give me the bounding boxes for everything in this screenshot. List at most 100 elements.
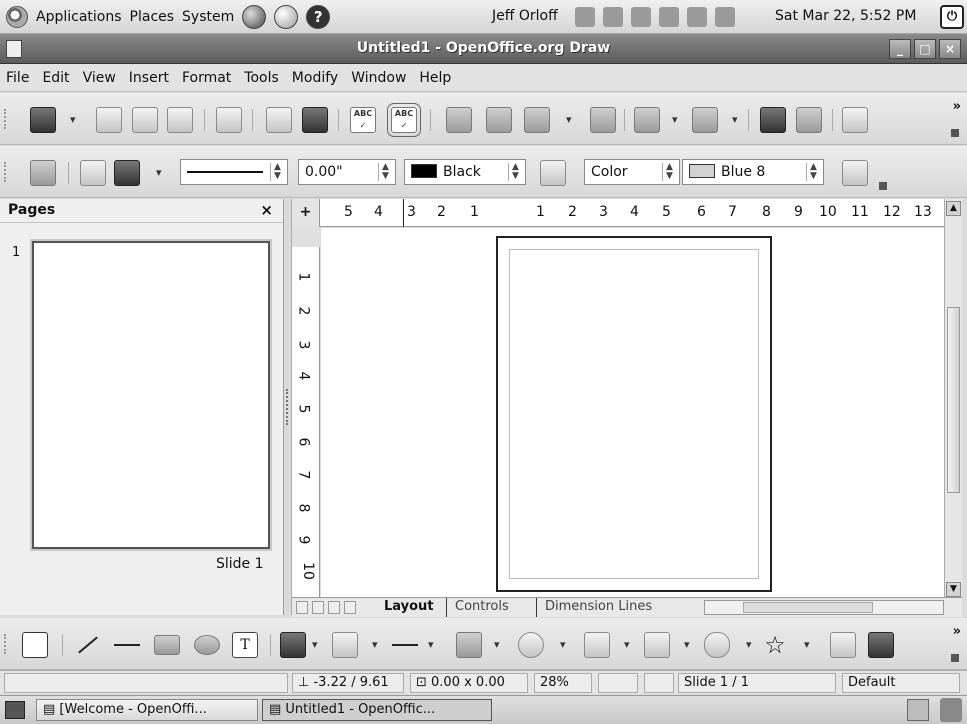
flowchart-icon[interactable] (644, 632, 670, 658)
settings-icon[interactable] (631, 7, 651, 27)
callouts-icon[interactable] (704, 632, 730, 658)
printer-icon[interactable] (659, 7, 679, 27)
basic-shapes-dropdown-icon[interactable]: ▾ (494, 638, 500, 651)
line-width-field[interactable]: 0.00" ▲ ▼ (298, 159, 396, 185)
basic-shapes-icon[interactable] (456, 632, 482, 658)
display-icon[interactable] (687, 7, 707, 27)
undo-dropdown-icon[interactable]: ▾ (672, 113, 678, 126)
line-tool-icon[interactable] (78, 636, 98, 654)
select-pointer-icon[interactable] (22, 632, 48, 658)
network-icon[interactable] (575, 7, 595, 27)
toolbar-grip[interactable] (4, 109, 7, 129)
menu-modify[interactable]: Modify (292, 70, 338, 86)
scroll-thumb[interactable] (947, 307, 960, 493)
tab-dimension-lines[interactable]: Dimension Lines (536, 598, 660, 617)
line-icon[interactable] (80, 160, 106, 186)
print-icon[interactable] (302, 107, 328, 133)
help-launcher-icon[interactable]: ? (306, 4, 331, 29)
power-icon[interactable]: ⏻ (940, 5, 964, 29)
menu-window[interactable]: Window (351, 70, 406, 86)
area-color-select[interactable]: Blue 8 ▲ ▼ (682, 159, 824, 185)
slide-thumbnail[interactable] (32, 241, 270, 549)
close-panel-icon[interactable]: × (260, 201, 273, 219)
autospellcheck-icon[interactable]: ABC ✓ (387, 103, 421, 137)
redo-dropdown-icon[interactable]: ▾ (732, 113, 738, 126)
ruler-corner[interactable]: + (292, 199, 320, 227)
menu-file[interactable]: File (6, 70, 29, 86)
minimize-button[interactable]: _ (889, 39, 911, 59)
arrow-style-dropdown-icon[interactable]: ▾ (156, 166, 162, 179)
tab-layout[interactable]: Layout (376, 598, 442, 617)
toolbar-grip[interactable] (4, 634, 7, 654)
open-icon[interactable] (96, 107, 122, 133)
symbol-shapes-icon[interactable] (518, 632, 544, 658)
menu-edit[interactable]: Edit (42, 70, 69, 86)
drawing-canvas[interactable] (321, 228, 944, 597)
ellipse-tool-icon[interactable] (194, 635, 220, 655)
shadow-icon[interactable] (842, 160, 868, 186)
scroll-up-icon[interactable]: ▲ (946, 201, 961, 216)
chart-icon[interactable] (760, 107, 786, 133)
connector-dropdown-icon[interactable]: ▾ (372, 638, 378, 651)
redo-icon[interactable] (692, 107, 718, 133)
taskbar-item-welcome[interactable]: ▤ [Welcome - OpenOffi... (36, 699, 258, 721)
symbol-shapes-dropdown-icon[interactable]: ▾ (560, 638, 566, 651)
clock[interactable]: Sat Mar 22, 5:52 PM (775, 8, 916, 24)
new-dropdown-icon[interactable]: ▾ (70, 113, 76, 126)
ubuntu-logo-icon[interactable] (6, 5, 28, 28)
system-menu[interactable]: System (182, 9, 234, 25)
horizontal-ruler[interactable]: + 5 4 3 2 1 1 2 3 4 5 6 7 8 9 10 11 12 1… (292, 199, 944, 227)
paste-icon[interactable] (524, 107, 550, 133)
block-arrows-dropdown-icon[interactable]: ▾ (624, 638, 630, 651)
curve-dropdown-icon[interactable]: ▾ (312, 638, 318, 651)
spellcheck-icon[interactable]: ABC ✓ (350, 107, 376, 133)
zoom-icon[interactable] (842, 107, 868, 133)
edit-file-icon[interactable] (216, 107, 242, 133)
volume-icon[interactable] (715, 7, 735, 27)
insert-mode[interactable] (598, 673, 638, 693)
save-icon[interactable] (132, 107, 158, 133)
applications-menu[interactable]: Applications (36, 9, 122, 25)
toolbar-grip[interactable] (4, 162, 7, 182)
undo-icon[interactable] (634, 107, 660, 133)
toolbar-options-icon[interactable] (951, 654, 959, 662)
line-style-select[interactable]: ▲ ▼ (180, 159, 288, 185)
copy-icon[interactable] (486, 107, 512, 133)
menu-insert[interactable]: Insert (129, 70, 169, 86)
more-tools-chevron-icon[interactable]: » (953, 624, 961, 639)
area-fill-icon[interactable] (540, 160, 566, 186)
first-tab-icon[interactable] (296, 601, 308, 614)
workspace-switcher-icon[interactable] (907, 699, 929, 721)
show-desktop-icon[interactable] (5, 701, 25, 719)
curve-tool-icon[interactable] (280, 632, 306, 658)
stars-icon[interactable]: ☆ (762, 632, 788, 658)
lines-arrows-icon[interactable] (392, 644, 418, 646)
panel-splitter[interactable] (284, 199, 292, 615)
search-icon[interactable] (603, 7, 623, 27)
tab-controls[interactable]: Controls (446, 598, 517, 617)
export-pdf-icon[interactable] (266, 107, 292, 133)
menu-format[interactable]: Format (182, 70, 231, 86)
close-button[interactable]: × (939, 39, 961, 59)
mail-launcher-icon[interactable] (274, 4, 299, 29)
block-arrows-icon[interactable] (584, 632, 610, 658)
arrow-style-icon[interactable] (114, 160, 140, 186)
last-tab-icon[interactable] (344, 601, 356, 614)
toolbar-options-icon[interactable] (879, 182, 887, 190)
window-titlebar[interactable]: Untitled1 - OpenOffice.org Draw _ □ × (0, 34, 967, 64)
navigator-icon[interactable] (796, 107, 822, 133)
prev-tab-icon[interactable] (312, 601, 324, 614)
menu-tools[interactable]: Tools (244, 70, 279, 86)
paste-dropdown-icon[interactable]: ▾ (566, 113, 572, 126)
ruler-indent-marker[interactable] (403, 199, 404, 227)
menu-help[interactable]: Help (419, 70, 451, 86)
scroll-down-icon[interactable]: ▼ (946, 582, 961, 597)
stepper-icon[interactable]: ▲ ▼ (378, 163, 392, 181)
user-name[interactable]: Jeff Orloff (492, 8, 558, 24)
places-menu[interactable]: Places (130, 9, 175, 25)
callouts-dropdown-icon[interactable]: ▾ (746, 638, 752, 651)
scroll-thumb[interactable] (743, 602, 873, 613)
connector-tool-icon[interactable] (332, 632, 358, 658)
glue-points-icon[interactable] (868, 632, 894, 658)
more-tools-chevron-icon[interactable]: » (953, 99, 961, 114)
